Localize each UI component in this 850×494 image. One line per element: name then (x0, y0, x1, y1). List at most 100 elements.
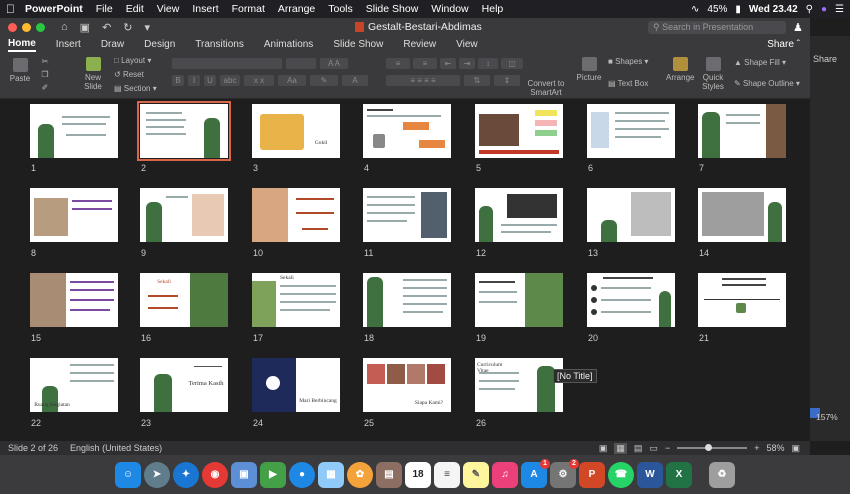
slide-thumbnail-17[interactable]: Sekali (252, 273, 340, 327)
picture-button[interactable]: Picture (576, 57, 602, 82)
menu-help[interactable]: Help (482, 3, 504, 15)
slide-thumbnail-16[interactable]: Sekali (140, 273, 228, 327)
menu-tools[interactable]: Tools (328, 3, 353, 15)
app-store-icon[interactable]: A1 (521, 458, 550, 488)
menu-view[interactable]: View (157, 3, 180, 15)
text-direction-button[interactable]: ⇅ (464, 75, 490, 86)
slide-thumbnail-1[interactable] (30, 104, 118, 158)
slide-thumbnail-19[interactable] (475, 273, 563, 327)
change-case-button[interactable]: Aa (278, 75, 306, 86)
menu-slide-show[interactable]: Slide Show (366, 3, 419, 15)
underline-button[interactable]: U (204, 75, 216, 86)
slide-thumbnail-18[interactable] (363, 273, 451, 327)
numbering-button[interactable]: ≡ (413, 58, 437, 69)
slide-thumbnail-9[interactable] (140, 188, 228, 242)
slideshow-view-icon[interactable]: ▭ (649, 443, 658, 454)
zoom-level[interactable]: 58% (766, 443, 784, 453)
tab-draw[interactable]: Draw (101, 39, 124, 50)
slide-thumbnail-2[interactable] (137, 101, 231, 161)
clock[interactable]: Wed 23.42 (749, 4, 798, 15)
photos-icon[interactable]: ✿ (347, 461, 373, 488)
arrange-button[interactable]: Arrange (666, 57, 694, 82)
slide-thumbnail-3[interactable]: Gokil (252, 104, 340, 158)
menu-insert[interactable]: Insert (192, 3, 218, 15)
finder-2-icon[interactable]: ▦ (318, 461, 344, 488)
align-text-button[interactable]: ⇕ (494, 75, 520, 86)
finder-icon[interactable]: ☺ (115, 461, 141, 488)
search-input[interactable]: ⚲ Search in Presentation (648, 21, 786, 34)
slide-thumbnail-26[interactable]: Curriculum Vitae (475, 358, 563, 412)
share-person-icon[interactable]: ♟ (793, 21, 803, 34)
customize-toolbar-icon[interactable]: ▾ (145, 21, 151, 34)
bullets-button[interactable]: ≡ (386, 58, 410, 69)
zoom-window-button[interactable] (36, 22, 45, 32)
slide-thumbnail-4[interactable] (363, 104, 451, 158)
facetime-icon[interactable]: ▶ (260, 461, 286, 488)
tab-design[interactable]: Design (144, 39, 175, 50)
shape-outline-button[interactable]: ✎ Shape Outline ▾ (734, 79, 800, 88)
notes-book-icon[interactable]: ▤ (376, 461, 402, 488)
fit-to-window-icon[interactable]: ▣ (791, 443, 800, 454)
text-box-button[interactable]: ▤ Text Box (608, 79, 648, 88)
slide-thumbnail-7[interactable] (698, 104, 786, 158)
alignment-buttons[interactable]: ≡ ≡ ≡ ≡ (386, 75, 460, 86)
menu-window[interactable]: Window (431, 3, 468, 15)
home-icon[interactable]: ⌂ (61, 21, 68, 34)
strikethrough-button[interactable]: abc (220, 75, 240, 86)
slide-thumbnail-5[interactable] (475, 104, 563, 158)
reading-view-icon[interactable]: ▤ (634, 443, 643, 454)
tab-insert[interactable]: Insert (56, 39, 81, 50)
menu-powerpoint[interactable]: PowerPoint (25, 3, 83, 15)
safari-icon[interactable]: ✦ (173, 461, 199, 488)
highlight-button[interactable]: ✎ (310, 75, 338, 86)
section-button[interactable]: ▤ Section ▾ (114, 84, 157, 93)
super-subscript-buttons[interactable]: x x (244, 75, 274, 86)
menu-edit[interactable]: Edit (126, 3, 144, 15)
spotlight-icon[interactable]: ⚲ (806, 4, 813, 15)
trash-icon[interactable]: ♻ (709, 461, 735, 488)
columns-button[interactable]: ◫ (501, 58, 523, 69)
messages-icon[interactable]: ● (289, 461, 315, 488)
launchpad-icon[interactable]: ➤ (144, 461, 170, 488)
slide-thumbnail-23[interactable]: Terima Kasih (140, 358, 228, 412)
decrease-indent-button[interactable]: ⇤ (440, 58, 456, 69)
apple-icon[interactable]:  (6, 2, 15, 16)
zoom-slider-knob[interactable] (705, 444, 713, 451)
excel-icon[interactable]: X (666, 461, 692, 488)
cut-button[interactable]: ✂ (38, 57, 52, 66)
tab-review[interactable]: Review (403, 39, 436, 50)
music-icon[interactable]: ♫ (492, 461, 518, 488)
menu-format[interactable]: Format (232, 3, 265, 15)
battery-percent[interactable]: 45% (707, 4, 727, 15)
tab-slide-show[interactable]: Slide Show (333, 39, 383, 50)
tab-transitions[interactable]: Transitions (195, 39, 244, 50)
paste-button[interactable]: Paste (8, 58, 32, 83)
font-color-button[interactable]: A (342, 75, 368, 86)
quick-styles-button[interactable]: Quick Styles (700, 57, 726, 91)
slide-thumbnail-24[interactable]: Mari Berbincang (252, 358, 340, 412)
slide-thumbnail-8[interactable] (30, 188, 118, 242)
slide-thumbnail-11[interactable] (363, 188, 451, 242)
menu-file[interactable]: File (96, 3, 113, 15)
font-size-field[interactable] (286, 58, 316, 69)
reminders-icon[interactable]: ≡ (434, 461, 460, 488)
calendar-icon[interactable]: 18 (405, 461, 431, 488)
minimize-window-button[interactable] (22, 22, 31, 32)
new-slide-button[interactable]: New Slide (78, 57, 108, 91)
menu-arrange[interactable]: Arrange (278, 3, 315, 15)
shapes-button[interactable]: ■ Shapes ▾ (608, 57, 648, 66)
notes-icon[interactable]: ✎ (463, 461, 489, 488)
powerpoint-icon[interactable]: P (579, 461, 605, 488)
font-name-field[interactable] (172, 58, 282, 69)
layout-button[interactable]: □ Layout ▾ (114, 56, 151, 65)
slide-thumbnail-21[interactable] (698, 273, 786, 327)
slide-thumbnail-20[interactable] (587, 273, 675, 327)
tab-view[interactable]: View (456, 39, 478, 50)
slide-thumbnail-14[interactable] (698, 188, 786, 242)
preview-icon[interactable]: ▣ (231, 461, 257, 488)
slide-thumbnail-12[interactable] (475, 188, 563, 242)
shape-fill-button[interactable]: ▲ Shape Fill ▾ (734, 58, 786, 67)
bold-button[interactable]: B (172, 75, 184, 86)
font-grow-shrink-buttons[interactable]: A A (320, 58, 348, 69)
slide-thumbnail-6[interactable] (587, 104, 675, 158)
